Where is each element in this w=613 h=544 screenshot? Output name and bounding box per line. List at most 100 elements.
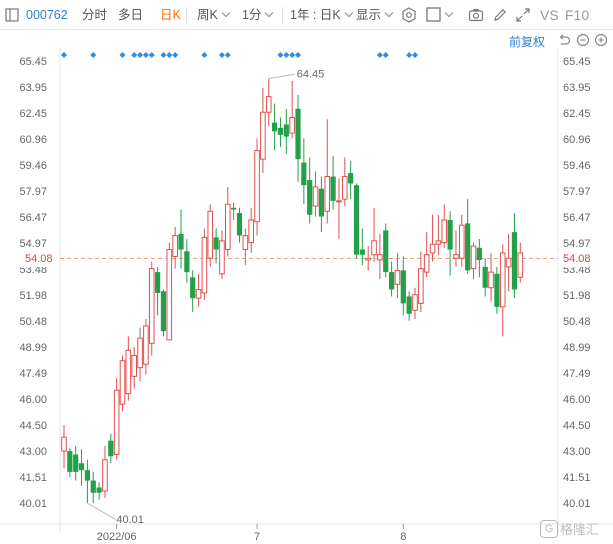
event-marker[interactable] (160, 52, 167, 58)
zoom-in-icon[interactable] (594, 33, 608, 47)
candle[interactable] (283, 108, 289, 154)
candle[interactable] (307, 157, 313, 224)
pencil-icon[interactable] (492, 7, 508, 23)
candle[interactable] (78, 449, 85, 486)
event-marker[interactable] (406, 52, 413, 58)
event-marker[interactable] (131, 52, 138, 58)
candle[interactable] (236, 207, 243, 243)
candle[interactable] (84, 459, 90, 504)
candle[interactable] (318, 176, 324, 233)
candle[interactable] (272, 103, 278, 151)
candle[interactable] (371, 207, 377, 262)
candle[interactable] (172, 226, 178, 269)
camera-icon[interactable] (468, 7, 484, 23)
event-marker[interactable] (142, 52, 149, 58)
candle[interactable] (418, 251, 424, 313)
candle[interactable] (435, 214, 442, 255)
undo-icon[interactable] (557, 33, 571, 47)
period-select[interactable]: 周K (197, 6, 231, 24)
candle[interactable] (324, 119, 331, 224)
candle[interactable] (330, 155, 336, 210)
candle[interactable] (201, 228, 208, 300)
candle[interactable] (219, 230, 225, 280)
event-marker[interactable] (277, 52, 284, 58)
candle[interactable] (102, 445, 108, 498)
candle[interactable] (441, 204, 448, 248)
candle[interactable] (166, 242, 173, 341)
candle[interactable] (90, 471, 96, 504)
candle[interactable] (277, 117, 284, 148)
candle[interactable] (125, 336, 132, 401)
candle[interactable] (148, 261, 155, 356)
vs-button[interactable]: VS (540, 6, 559, 24)
stock-code[interactable]: 000762 (26, 6, 68, 24)
event-marker[interactable] (119, 52, 126, 58)
candle[interactable] (301, 138, 307, 205)
candle[interactable] (394, 252, 401, 299)
event-marker[interactable] (295, 52, 301, 58)
event-marker[interactable] (382, 52, 389, 58)
candle[interactable] (178, 209, 184, 269)
event-marker[interactable] (90, 52, 97, 58)
zoom-out-icon[interactable] (576, 33, 590, 47)
candle[interactable] (488, 252, 494, 302)
candle[interactable] (423, 232, 430, 278)
candle[interactable] (155, 266, 161, 316)
candle[interactable] (67, 447, 73, 478)
candle[interactable] (61, 424, 67, 469)
event-marker[interactable] (224, 52, 231, 58)
candle[interactable] (389, 261, 395, 297)
f10-button[interactable]: F10 (565, 6, 589, 24)
event-marker[interactable] (376, 52, 383, 58)
candle[interactable] (260, 87, 266, 174)
candlestick-chart[interactable]: 65.45 65.45 63.95 63.95 62.45 62.45 60.96 60.96… (0, 48, 613, 544)
candle[interactable] (348, 160, 354, 200)
candle[interactable] (225, 186, 231, 257)
candle[interactable] (96, 482, 102, 500)
candle[interactable] (511, 213, 518, 299)
event-marker[interactable] (218, 52, 225, 58)
candle[interactable] (383, 223, 389, 278)
candle[interactable] (400, 256, 406, 316)
tab-daily-k[interactable]: 日K (160, 6, 181, 24)
event-marker[interactable] (289, 52, 296, 58)
candle[interactable] (476, 239, 482, 278)
candle[interactable] (353, 183, 360, 259)
event-marker[interactable] (412, 52, 418, 58)
candle[interactable] (289, 80, 295, 139)
candle[interactable] (429, 214, 436, 262)
settings-icon[interactable] (401, 7, 417, 23)
candle[interactable] (312, 171, 319, 217)
minute-select[interactable]: 1分 (242, 6, 274, 24)
candle[interactable] (137, 327, 143, 382)
candle[interactable] (248, 207, 254, 253)
event-marker[interactable] (172, 52, 179, 58)
candle[interactable] (517, 242, 524, 283)
event-marker[interactable] (166, 52, 173, 58)
candle[interactable] (412, 287, 418, 320)
candle[interactable] (265, 78, 272, 127)
candle[interactable] (377, 233, 383, 280)
candle[interactable] (184, 239, 190, 283)
candle[interactable] (465, 199, 471, 274)
candle[interactable] (113, 378, 120, 460)
candle[interactable] (453, 230, 459, 267)
candle[interactable] (190, 270, 196, 313)
candle[interactable] (336, 178, 342, 240)
tab-multiday[interactable]: 多日 (118, 6, 143, 24)
candle[interactable] (242, 228, 249, 266)
candle[interactable] (195, 273, 202, 307)
candle[interactable] (505, 233, 512, 292)
event-marker[interactable] (201, 52, 208, 58)
candle[interactable] (459, 214, 465, 267)
candle[interactable] (482, 258, 488, 297)
candle[interactable] (406, 291, 412, 321)
event-marker[interactable] (283, 52, 290, 58)
candle[interactable] (160, 289, 167, 337)
tab-intraday[interactable]: 分时 (82, 6, 107, 24)
candle[interactable] (470, 242, 477, 280)
candle[interactable] (342, 157, 348, 207)
checkbox-select[interactable] (426, 6, 454, 24)
event-marker[interactable] (61, 52, 67, 58)
candle[interactable] (295, 94, 301, 182)
